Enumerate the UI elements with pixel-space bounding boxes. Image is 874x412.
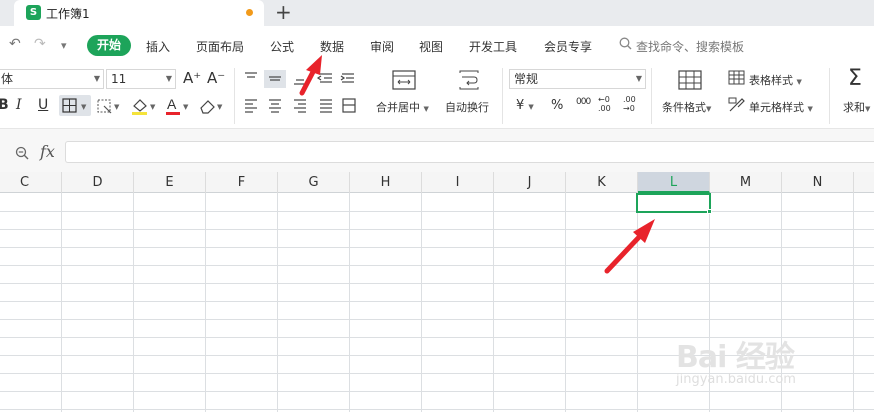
column-header-e[interactable]: E xyxy=(134,172,206,193)
command-search-input[interactable]: 查找命令、搜索模板 xyxy=(636,38,744,55)
merge-center-label: 合并居中 xyxy=(376,101,420,114)
currency-button[interactable]: ¥ ▼ xyxy=(516,98,534,115)
column-header-g[interactable]: G xyxy=(278,172,350,193)
grow-font-button[interactable]: A⁺ xyxy=(183,70,201,86)
column-header-i[interactable]: I xyxy=(422,172,494,193)
decrease-decimal-button[interactable]: .00 →0 xyxy=(623,95,645,113)
clear-format-icon[interactable]: ▼ xyxy=(197,96,227,116)
merge-center-icon[interactable] xyxy=(392,70,416,90)
increase-decimal-button[interactable]: ←0 .00 xyxy=(598,95,620,113)
font-name-value: 体 xyxy=(1,72,14,86)
merge-center-button[interactable]: 合并居中 ▼ xyxy=(376,99,429,115)
cell-style-label: 单元格样式 xyxy=(749,101,804,114)
column-header-f[interactable]: F xyxy=(206,172,278,193)
bold-button[interactable]: B xyxy=(0,97,9,113)
menu-tab-review[interactable]: 审阅 xyxy=(370,38,394,55)
cell-style-button[interactable]: 单元格样式 ▼ xyxy=(749,99,813,115)
column-header-n[interactable]: N xyxy=(782,172,854,193)
unsaved-indicator xyxy=(246,9,253,16)
column-header-k[interactable]: K xyxy=(566,172,638,193)
svg-text:▼: ▼ xyxy=(150,103,156,111)
font-size-select[interactable]: 11 ▼ xyxy=(106,69,176,89)
sum-button[interactable]: 求和▼ xyxy=(843,99,870,115)
horizontal-align-icons[interactable] xyxy=(242,97,362,115)
formula-bar: fx xyxy=(0,128,874,172)
menu-tab-developer[interactable]: 开发工具 xyxy=(469,38,517,55)
borders-button[interactable]: ▼ xyxy=(59,95,91,116)
document-tab[interactable]: S 工作簿1 xyxy=(14,0,264,26)
chevron-down-icon: ▼ xyxy=(165,74,172,83)
svg-text:A: A xyxy=(167,96,177,112)
redo-button[interactable]: ↷ xyxy=(34,36,46,52)
conditional-format-label: 条件格式 xyxy=(662,101,706,114)
thousands-separator-button[interactable]: 000 xyxy=(576,94,591,110)
menu-tab-data[interactable]: 数据 xyxy=(320,38,344,55)
currency-symbol: ¥ xyxy=(516,98,525,113)
cell-style-icon[interactable] xyxy=(728,97,746,113)
wrap-text-button[interactable]: 自动换行 xyxy=(445,99,489,115)
wrap-text-icon[interactable] xyxy=(457,70,481,90)
column-header-m[interactable]: M xyxy=(710,172,782,193)
svg-text:▼: ▼ xyxy=(217,103,223,111)
menu-tab-view[interactable]: 视图 xyxy=(419,38,443,55)
formula-input[interactable] xyxy=(65,141,874,163)
document-title: 工作簿1 xyxy=(46,7,90,21)
font-size-value: 11 xyxy=(111,72,127,86)
active-cell-l1[interactable] xyxy=(636,193,711,213)
table-style-button[interactable]: 表格样式 ▼ xyxy=(749,72,802,88)
number-format-select[interactable]: 常规 ▼ xyxy=(509,69,646,89)
ribbon-separator xyxy=(651,68,652,124)
number-format-value: 常规 xyxy=(514,72,539,86)
column-header-l[interactable]: L xyxy=(638,172,710,193)
conditional-format-icon[interactable] xyxy=(678,70,702,90)
cell-format-icon[interactable]: ▼ xyxy=(95,97,123,115)
fill-handle[interactable] xyxy=(707,209,712,214)
zoom-icon[interactable] xyxy=(15,146,29,160)
table-style-icon[interactable] xyxy=(728,70,746,86)
spreadsheet-icon: S xyxy=(26,5,41,20)
menu-tab-insert[interactable]: 插入 xyxy=(146,38,170,55)
quick-access-more-button[interactable]: ▾ xyxy=(61,38,67,54)
column-header-d[interactable]: D xyxy=(62,172,134,193)
new-tab-button[interactable]: + xyxy=(275,1,292,23)
font-name-select[interactable]: 体 ▼ xyxy=(0,69,104,89)
ribbon-separator xyxy=(234,68,235,124)
sum-icon[interactable]: Σ xyxy=(848,67,862,91)
table-style-label: 表格样式 xyxy=(749,74,793,87)
underline-button[interactable]: U xyxy=(38,97,48,113)
search-icon[interactable] xyxy=(619,37,632,50)
menu-tab-member[interactable]: 会员专享 xyxy=(544,38,592,55)
sum-label: 求和 xyxy=(843,101,865,114)
menu-tab-home[interactable]: 开始 xyxy=(87,35,131,56)
font-color-icon[interactable]: A ▼ xyxy=(164,96,192,116)
column-header-j[interactable]: J xyxy=(494,172,566,193)
shrink-font-button[interactable]: A⁻ xyxy=(207,70,225,86)
watermark-url: jingyan.baidu.com xyxy=(676,372,796,387)
undo-button[interactable]: ↶ xyxy=(9,36,21,52)
conditional-format-button[interactable]: 条件格式▼ xyxy=(662,99,711,115)
svg-text:▼: ▼ xyxy=(114,103,120,111)
ribbon-toolbar: 体 ▼ 11 ▼ A⁺ A⁻ B I U ▼ ▼ ▼ A ▼ ▼ 合并居中 ▼ … xyxy=(0,64,874,128)
svg-text:▼: ▼ xyxy=(81,103,87,111)
menu-tab-page-layout[interactable]: 页面布局 xyxy=(196,38,244,55)
chevron-down-icon: ▼ xyxy=(93,74,100,83)
ribbon-separator xyxy=(502,68,503,124)
fill-color-icon[interactable]: ▼ xyxy=(129,96,159,116)
watermark-logo: Bai 经验 xyxy=(676,340,795,375)
menu-bar: ↶ ↷ ▾ 开始 插入 页面布局 公式 数据 审阅 视图 开发工具 会员专享 查… xyxy=(0,26,874,64)
ribbon-separator xyxy=(829,68,830,124)
chevron-down-icon: ▼ xyxy=(635,74,642,83)
borders-icon: ▼ xyxy=(62,98,87,113)
italic-button[interactable]: I xyxy=(16,97,22,113)
column-header-h[interactable]: H xyxy=(350,172,422,193)
svg-text:▼: ▼ xyxy=(183,103,189,111)
column-header-row: C D E F G H I J K L M N xyxy=(0,172,874,193)
document-tab-bar: S 工作簿1 + xyxy=(0,0,874,26)
insert-function-button[interactable]: fx xyxy=(40,142,55,161)
column-header-c[interactable]: C xyxy=(0,172,62,193)
percent-button[interactable]: % xyxy=(551,98,563,114)
vertical-align-icons[interactable] xyxy=(242,70,362,88)
menu-tab-formulas[interactable]: 公式 xyxy=(270,38,294,55)
spreadsheet-app: S 工作簿1 + ↶ ↷ ▾ 开始 插入 页面布局 公式 数据 审阅 视图 开发… xyxy=(0,0,874,412)
